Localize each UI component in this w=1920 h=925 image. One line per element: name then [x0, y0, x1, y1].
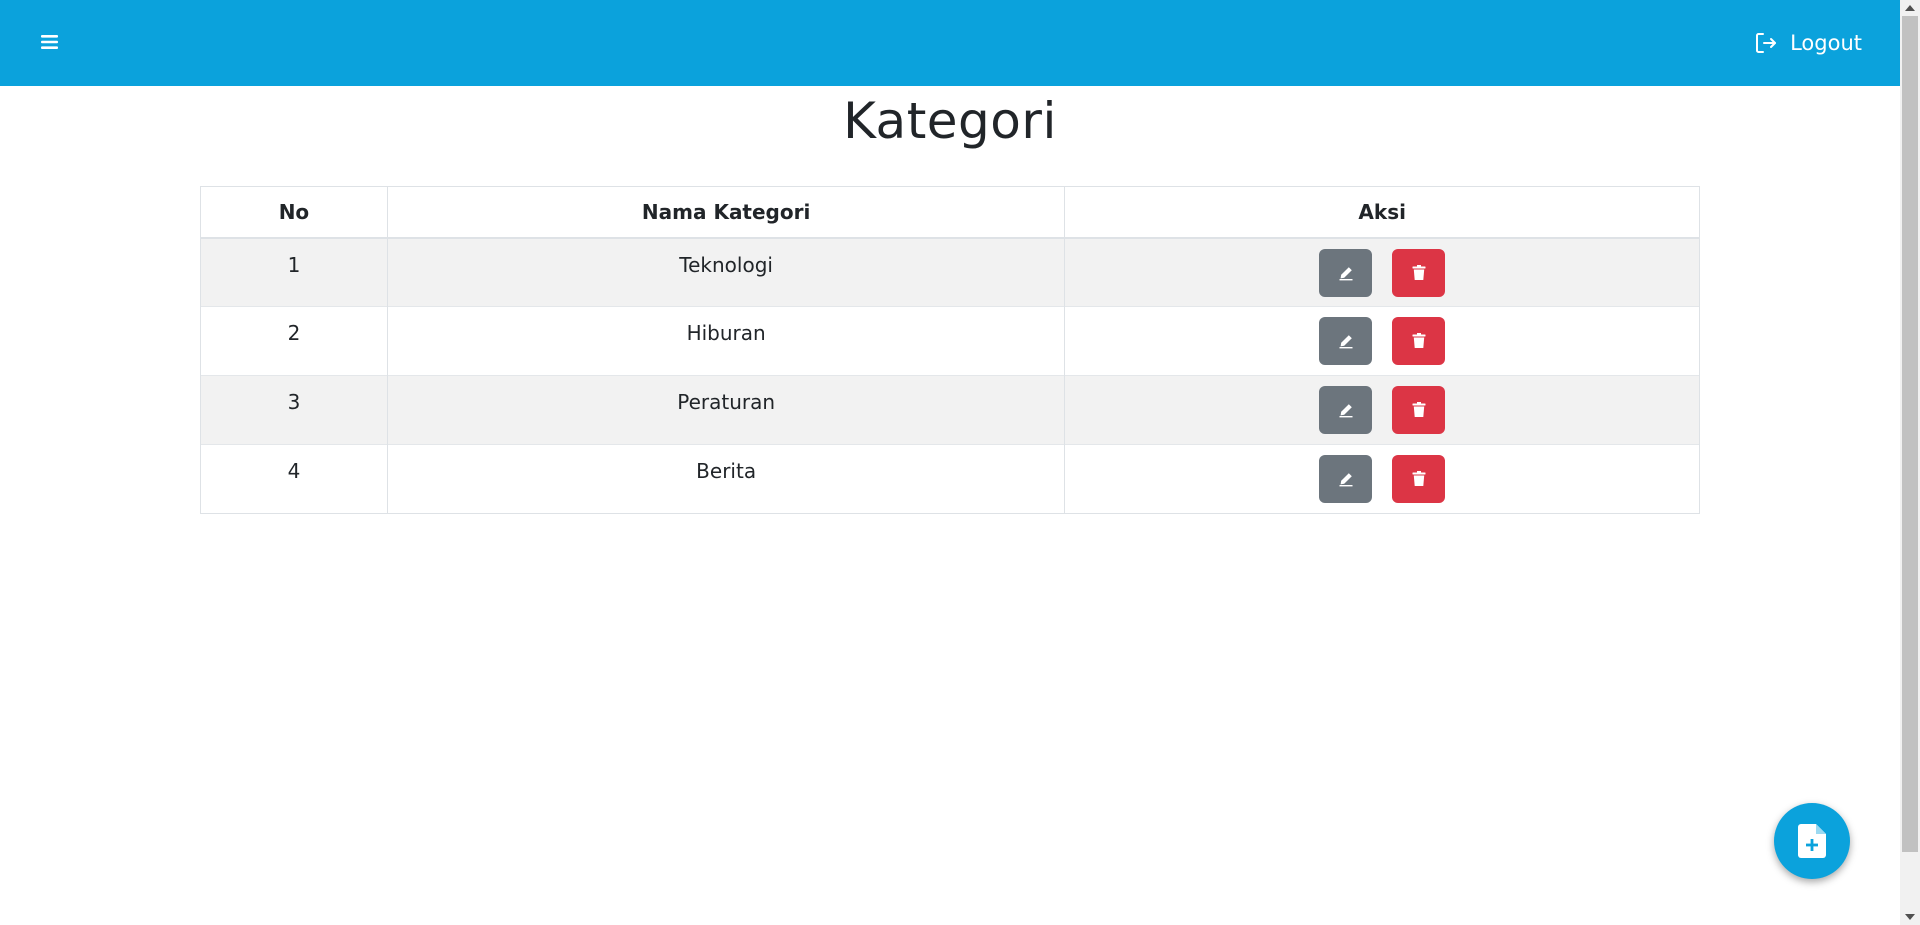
top-navbar: Logout: [0, 0, 1900, 86]
pencil-icon: [1339, 404, 1353, 418]
cell-actions: [1064, 444, 1700, 514]
trash-icon: [1412, 471, 1426, 486]
delete-button[interactable]: [1392, 455, 1446, 503]
delete-button[interactable]: [1392, 386, 1446, 434]
scroll-up-arrow-icon[interactable]: [1900, 0, 1920, 16]
add-file-icon: [1798, 824, 1826, 858]
edit-button[interactable]: [1319, 455, 1373, 503]
column-header-no: No: [200, 186, 388, 239]
table-header-row: No Nama Kategori Aksi: [200, 186, 1700, 239]
pencil-icon: [1339, 266, 1353, 280]
hamburger-icon: [41, 35, 58, 49]
edit-button[interactable]: [1319, 248, 1373, 297]
edit-button[interactable]: [1319, 386, 1373, 434]
column-header-name: Nama Kategori: [386, 186, 1066, 239]
pencil-icon: [1339, 335, 1353, 349]
vertical-scrollbar[interactable]: [1900, 0, 1920, 925]
trash-icon: [1412, 333, 1426, 348]
cell-no: 3: [200, 375, 388, 445]
delete-button[interactable]: [1392, 248, 1446, 297]
page-title: Kategori: [843, 92, 1057, 150]
table-row: 2 Hiburan: [200, 306, 1700, 376]
trash-icon: [1412, 402, 1426, 417]
table-row: 3 Peraturan: [200, 375, 1700, 445]
column-header-actions: Aksi: [1064, 186, 1700, 239]
logout-label: Logout: [1790, 31, 1862, 55]
scroll-down-arrow-icon[interactable]: [1900, 909, 1920, 925]
cell-actions: [1064, 237, 1700, 307]
cell-category-name: Teknologi: [386, 237, 1066, 307]
edit-button[interactable]: [1319, 317, 1373, 365]
cell-no: 4: [200, 444, 388, 514]
cell-no: 1: [200, 237, 388, 307]
cell-actions: [1064, 375, 1700, 445]
menu-toggle-button[interactable]: [30, 24, 70, 60]
trash-icon: [1412, 264, 1426, 280]
cell-category-name: Berita: [386, 444, 1066, 514]
app-window: Logout Kategori No Nama Kategori Aksi 1 …: [0, 0, 1900, 925]
table-row: 4 Berita: [200, 444, 1700, 514]
cell-category-name: Hiburan: [386, 306, 1066, 376]
cell-no: 2: [200, 306, 388, 376]
logout-icon: [1754, 30, 1780, 56]
category-table: No Nama Kategori Aksi 1 Teknologi 2 Hibu…: [200, 186, 1700, 514]
pencil-icon: [1339, 473, 1353, 487]
add-category-button[interactable]: [1774, 803, 1850, 879]
logout-button[interactable]: Logout: [1754, 25, 1862, 61]
cell-category-name: Peraturan: [386, 375, 1066, 445]
table-row: 1 Teknologi: [200, 237, 1700, 307]
cell-actions: [1064, 306, 1700, 376]
scrollbar-thumb[interactable]: [1902, 16, 1918, 852]
delete-button[interactable]: [1392, 317, 1446, 365]
